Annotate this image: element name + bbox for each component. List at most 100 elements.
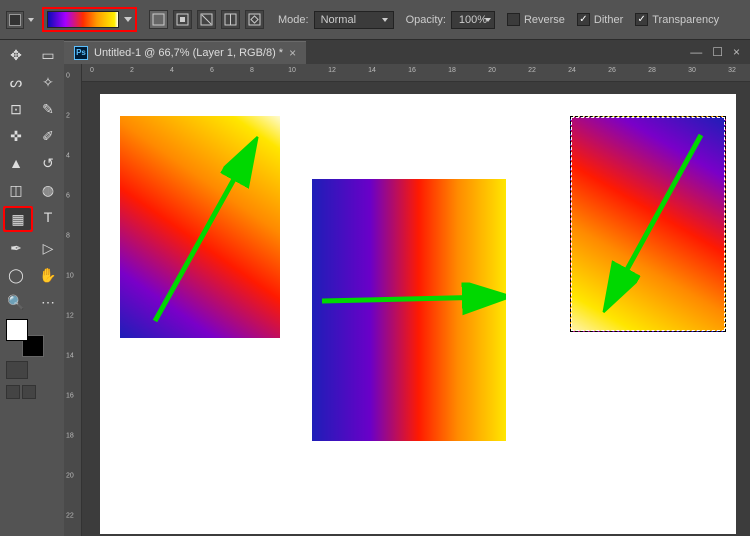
ruler-tick: 8 bbox=[66, 233, 70, 240]
ruler-tick: 30 bbox=[688, 67, 696, 74]
bucket-tool[interactable]: ◍ bbox=[35, 179, 61, 201]
ruler-tick: 0 bbox=[66, 73, 70, 80]
gradient-swatch[interactable] bbox=[47, 11, 119, 28]
reverse-label: Reverse bbox=[524, 14, 565, 26]
ruler-tick: 16 bbox=[66, 393, 74, 400]
magic-wand-tool[interactable]: ✧ bbox=[35, 71, 61, 93]
ruler-tick: 14 bbox=[368, 67, 376, 74]
ruler-canvas-wrap: 0246810121416182022 02468101214161820222… bbox=[64, 64, 750, 536]
close-button[interactable]: × bbox=[733, 45, 740, 59]
gradient-picker-highlight bbox=[42, 7, 137, 32]
ruler-tick: 4 bbox=[170, 67, 174, 74]
gradient-rect-3-selected bbox=[570, 116, 726, 332]
mode-select[interactable]: Normal bbox=[314, 11, 394, 29]
options-bar: Mode: Normal Opacity: 100% Reverse ✓ Dit… bbox=[0, 0, 750, 40]
ruler-tick: 6 bbox=[210, 67, 214, 74]
ruler-tick: 18 bbox=[66, 433, 74, 440]
gradient-picker-caret-icon[interactable] bbox=[124, 17, 132, 22]
crop-tool[interactable]: ⊡ bbox=[3, 98, 29, 120]
gradient-rect-2 bbox=[312, 179, 506, 441]
close-icon[interactable]: × bbox=[289, 46, 296, 60]
hand-tool[interactable]: ✋ bbox=[35, 264, 61, 286]
workspace: ✥ ▭ ᔕ ✧ ⊡ ✎ ✜ ✐ ▲ ↺ ◫ ◍ ▦ T ✒ ▷ ◯ ✋ 🔍 ⋯ Ps bbox=[0, 40, 750, 536]
checkbox-icon bbox=[507, 13, 520, 26]
ps-icon: Ps bbox=[74, 46, 88, 60]
eraser-tool[interactable]: ◫ bbox=[3, 179, 29, 201]
ruler-tick: 0 bbox=[90, 67, 94, 74]
ruler-tick: 2 bbox=[66, 113, 70, 120]
ruler-tick: 20 bbox=[488, 67, 496, 74]
ruler-tick: 22 bbox=[528, 67, 536, 74]
document-tab-bar: Ps Untitled-1 @ 66,7% (Layer 1, RGB/8) *… bbox=[64, 40, 750, 64]
direction-arrow-icon bbox=[571, 117, 727, 333]
stamp-tool[interactable]: ▲ bbox=[3, 152, 29, 174]
zoom-tool[interactable]: 🔍 bbox=[3, 291, 29, 313]
tool-panel: ✥ ▭ ᔕ ✧ ⊡ ✎ ✜ ✐ ▲ ↺ ◫ ◍ ▦ T ✒ ▷ ◯ ✋ 🔍 ⋯ bbox=[0, 40, 64, 536]
transparency-checkbox[interactable]: ✓ Transparency bbox=[635, 13, 719, 26]
opacity-value: 100% bbox=[459, 14, 487, 26]
lasso-tool[interactable]: ᔕ bbox=[3, 71, 29, 93]
canvas[interactable] bbox=[82, 82, 750, 536]
foreground-color[interactable] bbox=[6, 319, 28, 341]
screen-mode-alt[interactable] bbox=[22, 385, 36, 399]
minimize-button[interactable]: — bbox=[690, 45, 702, 59]
window-controls: — ☐ × bbox=[690, 45, 750, 59]
path-select-tool[interactable]: ▷ bbox=[35, 237, 61, 259]
ruler-tick: 2 bbox=[130, 67, 134, 74]
foreground-background-swatch[interactable] bbox=[6, 319, 44, 357]
ruler-tick: 8 bbox=[250, 67, 254, 74]
ruler-tick: 20 bbox=[66, 473, 74, 480]
screen-mode-toggle[interactable] bbox=[6, 385, 20, 399]
gradient-style-diamond[interactable] bbox=[245, 10, 264, 29]
history-brush-tool[interactable]: ↺ bbox=[35, 152, 61, 174]
gradient-style-angular[interactable] bbox=[197, 10, 216, 29]
ruler-tick: 10 bbox=[288, 67, 296, 74]
checkbox-icon: ✓ bbox=[577, 13, 590, 26]
document-tab[interactable]: Ps Untitled-1 @ 66,7% (Layer 1, RGB/8) *… bbox=[64, 41, 306, 64]
quickmask-toggle[interactable] bbox=[6, 361, 28, 379]
ruler-tick: 18 bbox=[448, 67, 456, 74]
eyedropper-tool[interactable]: ✎ bbox=[35, 98, 61, 120]
mode-value: Normal bbox=[321, 14, 356, 26]
document-title: Untitled-1 @ 66,7% (Layer 1, RGB/8) * bbox=[94, 47, 283, 59]
type-tool[interactable]: T bbox=[35, 206, 61, 228]
gradient-style-group bbox=[149, 10, 264, 29]
ruler-tick: 22 bbox=[66, 513, 74, 520]
document-area: Ps Untitled-1 @ 66,7% (Layer 1, RGB/8) *… bbox=[64, 40, 750, 536]
ruler-tick: 12 bbox=[328, 67, 336, 74]
ruler-tick: 4 bbox=[66, 153, 70, 160]
pen-tool[interactable]: ✒ bbox=[3, 237, 29, 259]
healing-tool[interactable]: ✜ bbox=[3, 125, 29, 147]
move-tool[interactable]: ✥ bbox=[3, 44, 29, 66]
brush-tool[interactable]: ✐ bbox=[35, 125, 61, 147]
artboard bbox=[100, 94, 736, 534]
gradient-style-linear[interactable] bbox=[149, 10, 168, 29]
gradient-style-reflected[interactable] bbox=[221, 10, 240, 29]
mode-label: Mode: bbox=[278, 14, 309, 26]
direction-arrow-icon bbox=[120, 116, 280, 338]
tool-preset-picker[interactable] bbox=[6, 11, 24, 29]
maximize-button[interactable]: ☐ bbox=[712, 45, 723, 59]
ruler-tick: 6 bbox=[66, 193, 70, 200]
ruler-tick: 24 bbox=[568, 67, 576, 74]
reverse-checkbox[interactable]: Reverse bbox=[507, 13, 565, 26]
direction-arrow-icon bbox=[312, 179, 506, 441]
ruler-tick: 14 bbox=[66, 353, 74, 360]
dither-label: Dither bbox=[594, 14, 623, 26]
shape-tool[interactable]: ◯ bbox=[3, 264, 29, 286]
gradient-tool-highlight: ▦ bbox=[3, 206, 33, 232]
tool-preset-caret-icon[interactable] bbox=[28, 18, 34, 22]
gradient-tool[interactable]: ▦ bbox=[5, 208, 31, 230]
ruler-tick: 16 bbox=[408, 67, 416, 74]
gradient-rect-1 bbox=[120, 116, 280, 338]
transparency-label: Transparency bbox=[652, 14, 719, 26]
mode-group: Mode: Normal bbox=[278, 11, 394, 29]
dither-checkbox[interactable]: ✓ Dither bbox=[577, 13, 623, 26]
opacity-input[interactable]: 100% bbox=[451, 11, 495, 29]
marquee-tool[interactable]: ▭ bbox=[35, 44, 61, 66]
ruler-vertical: 0246810121416182022 bbox=[64, 64, 82, 536]
opacity-group: Opacity: 100% bbox=[406, 11, 495, 29]
edit-toolbar[interactable]: ⋯ bbox=[35, 291, 61, 313]
checkbox-icon: ✓ bbox=[635, 13, 648, 26]
gradient-style-radial[interactable] bbox=[173, 10, 192, 29]
